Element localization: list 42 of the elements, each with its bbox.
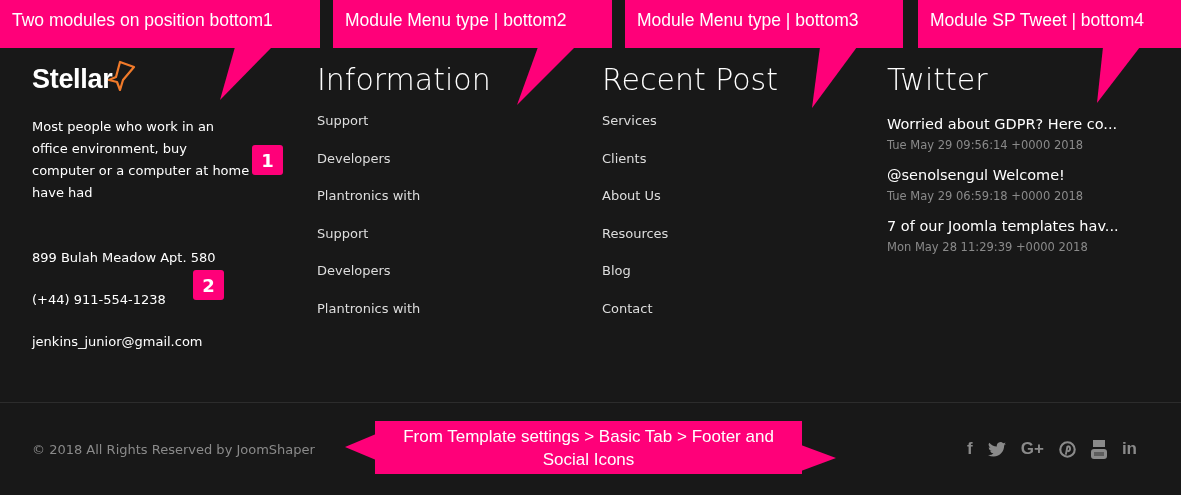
column-heading: Recent Post bbox=[602, 62, 778, 98]
callout-pointer bbox=[801, 445, 836, 471]
video-icon[interactable] bbox=[1090, 439, 1107, 459]
bird-icon[interactable] bbox=[987, 441, 1006, 457]
menu-link[interactable]: Blog bbox=[602, 262, 887, 281]
menu-link[interactable]: Plantronics with bbox=[317, 187, 602, 206]
tweet-text[interactable]: Worried about GDPR? Here co... bbox=[887, 114, 1157, 134]
logo-text: Stellar bbox=[32, 63, 113, 95]
copyright-text: © 2018 All Rights Reserved by JoomShaper bbox=[32, 441, 315, 457]
callout-pointer bbox=[517, 47, 575, 105]
tweet-date: Mon May 28 11:29:39 +0000 2018 bbox=[887, 239, 1089, 255]
callout: From Template settings > Basic Tab > Footer and Social Icons bbox=[375, 421, 802, 474]
menu-link[interactable]: Plantronics with bbox=[317, 299, 602, 318]
google-plus-icon[interactable]: G+ bbox=[1020, 439, 1044, 459]
menu-link[interactable]: Support bbox=[317, 112, 602, 131]
menu-link[interactable]: Services bbox=[602, 112, 887, 131]
phone-number: (+44) 911-554-1238 bbox=[32, 292, 167, 307]
callout-pointer bbox=[1097, 47, 1140, 103]
tweet-text[interactable]: 7 of our Joomla templates hav... bbox=[887, 216, 1157, 236]
email-address: jenkins_junior@gmail.com bbox=[32, 334, 204, 349]
linkedin-icon[interactable]: in bbox=[1121, 439, 1137, 459]
menu-link[interactable]: Developers bbox=[317, 149, 602, 168]
address: 899 Bulah Meadow Apt. 580 bbox=[32, 250, 217, 265]
number-badge: 1 bbox=[252, 145, 283, 175]
callout-pointer bbox=[345, 434, 376, 460]
menu-link[interactable]: About Us bbox=[602, 187, 887, 206]
tweet-date: Tue May 29 09:56:14 +0000 2018 bbox=[887, 137, 1085, 153]
menu-link[interactable]: Support bbox=[317, 224, 602, 243]
menu-link[interactable]: Developers bbox=[317, 262, 602, 281]
facebook-icon[interactable]: f bbox=[967, 439, 973, 459]
column-heading: Information bbox=[317, 62, 491, 98]
tweet-date: Tue May 29 06:59:18 +0000 2018 bbox=[887, 188, 1085, 204]
menu-link[interactable]: Contact bbox=[602, 299, 887, 318]
menu-link[interactable]: Resources bbox=[602, 224, 887, 243]
description: Most people who work in an office environment, buy computer or a computer at home have had bbox=[32, 118, 250, 202]
callout-pointer bbox=[812, 47, 857, 108]
column-heading: Twitter bbox=[887, 62, 988, 98]
number-badge: 2 bbox=[193, 270, 224, 300]
tweet-text[interactable]: @senolsengul Welcome! bbox=[887, 165, 1157, 185]
pin-icon[interactable] bbox=[1058, 440, 1076, 458]
menu-link[interactable]: Clients bbox=[602, 149, 887, 168]
callout-pointer bbox=[220, 47, 272, 100]
